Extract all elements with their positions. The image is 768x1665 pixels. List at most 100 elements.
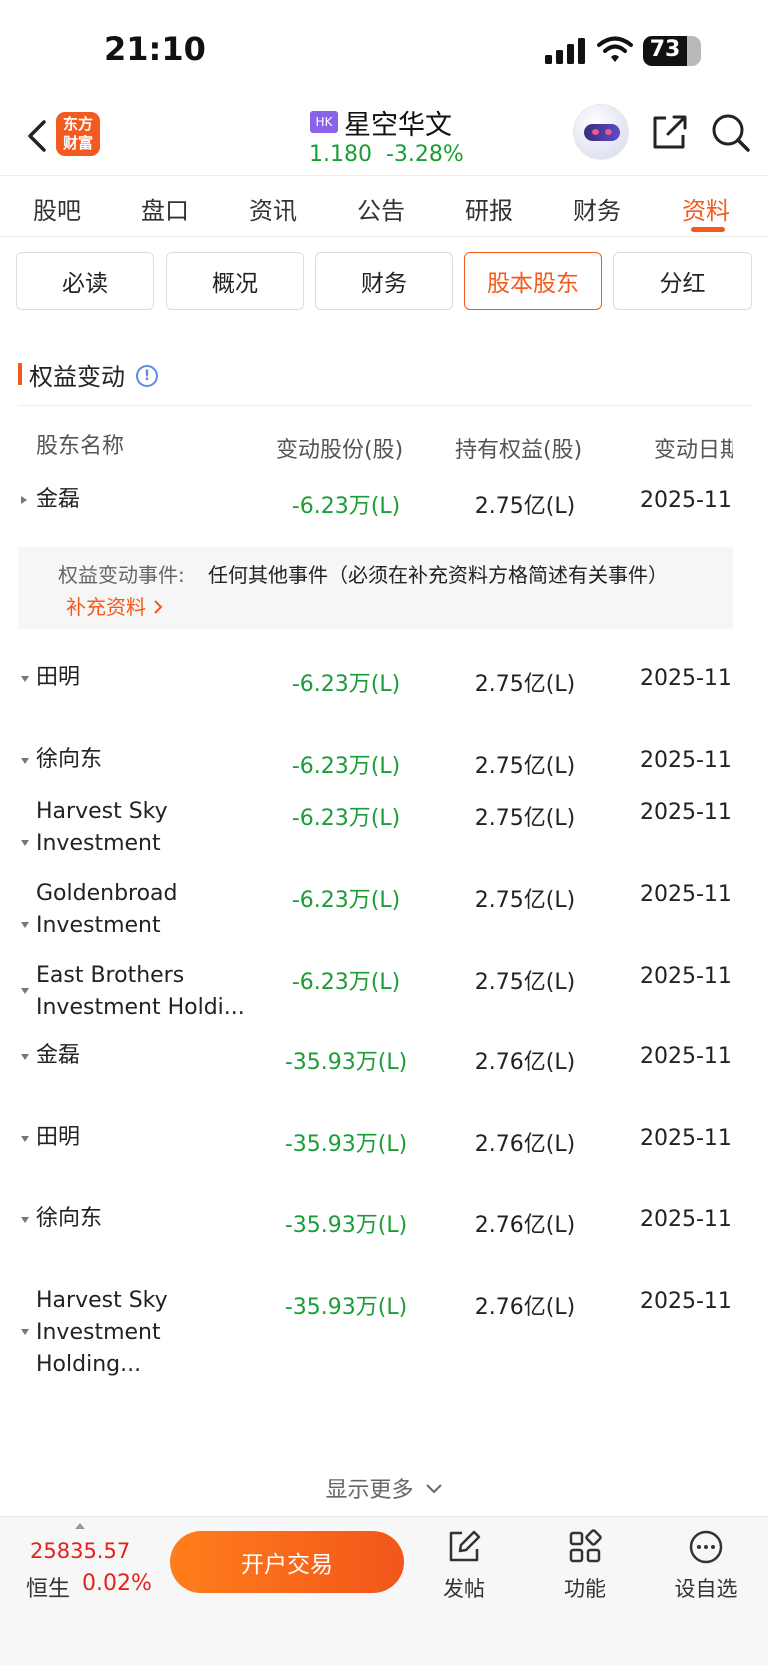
holding-shares: 2.75亿(L) [474, 970, 576, 995]
tab-profile[interactable]: 资料 [682, 191, 730, 226]
expand-caret-icon[interactable] [21, 676, 29, 682]
supplementary-info-label: 补充资料 [66, 595, 146, 619]
holder-name: 徐向东 [36, 1206, 103, 1231]
holding-shares: 2.75亿(L) [474, 672, 576, 697]
market-badge: HK [310, 111, 338, 133]
tab-guba[interactable]: 股吧 [33, 191, 81, 226]
holding-shares: 2.76亿(L) [474, 1295, 576, 1320]
search-icon[interactable] [710, 112, 752, 154]
expand-caret-icon[interactable] [21, 1136, 29, 1142]
change-date: 2025-11- [640, 964, 733, 989]
change-shares: -6.23万(L) [291, 806, 401, 831]
holder-name: Harvest Sky Investment Holding... [36, 1288, 168, 1377]
logo-text-line1: 东方 [62, 115, 93, 133]
stock-name: 星空华文 [344, 109, 452, 141]
stock-change-pct: -3.28% [385, 142, 464, 167]
expand-caret-icon[interactable] [21, 1329, 29, 1335]
active-tab-indicator [691, 227, 725, 232]
expand-caret-icon[interactable] [21, 988, 29, 994]
index-change-pct[interactable]: 0.02% [82, 1571, 152, 1596]
holder-name: 田明 [36, 1125, 81, 1150]
change-shares: -6.23万(L) [291, 970, 401, 995]
back-icon[interactable] [22, 116, 52, 156]
holder-name: 徐向东 [36, 747, 103, 772]
holder-name: Goldenbroad Investment [36, 881, 178, 938]
tab-pankou[interactable]: 盘口 [141, 191, 189, 226]
change-shares: -6.23万(L) [291, 494, 401, 519]
change-date: 2025-11- [640, 1289, 733, 1314]
holder-name: 田明 [36, 665, 81, 690]
section-marker [18, 363, 22, 385]
cellular-signal-icon [545, 38, 585, 64]
change-date: 2025-11- [640, 748, 733, 773]
expand-caret-icon[interactable] [21, 840, 29, 846]
show-more-button[interactable]: 显示更多 [0, 1472, 768, 1504]
tab-announcements[interactable]: 公告 [357, 191, 405, 226]
ai-assistant-robot-icon[interactable] [573, 104, 629, 160]
supplementary-info-link[interactable]: 补充资料 [66, 591, 164, 620]
add-watchlist-button[interactable]: 设自选 [661, 1527, 751, 1603]
subtab-overview[interactable]: 概况 [166, 252, 304, 310]
tab-news[interactable]: 资讯 [249, 191, 297, 226]
subtab-dividend[interactable]: 分红 [613, 252, 752, 310]
holding-shares: 2.75亿(L) [474, 494, 576, 519]
app-logo[interactable]: 东方 财富 [56, 112, 100, 156]
change-shares: -35.93万(L) [284, 1213, 408, 1238]
holder-name: 金磊 [36, 1043, 81, 1068]
change-date: 2025-11- [640, 666, 733, 691]
holder-name: 金磊 [36, 487, 81, 512]
battery-icon: 73 [643, 36, 701, 66]
event-text: 任何其他事件（必须在补充资料方格简述有关事件） [208, 563, 668, 587]
expand-caret-icon[interactable] [21, 758, 29, 764]
post-button[interactable]: 发帖 [419, 1527, 509, 1603]
change-shares: -6.23万(L) [291, 672, 401, 697]
holding-shares: 2.75亿(L) [474, 888, 576, 913]
watchlist-label: 设自选 [674, 1577, 738, 1601]
holder-name: Harvest Sky Investment [36, 799, 168, 856]
share-icon[interactable] [650, 112, 688, 152]
change-shares: -35.93万(L) [284, 1295, 408, 1320]
expand-caret-icon[interactable] [21, 1217, 29, 1223]
chevron-down-icon [425, 1484, 442, 1494]
open-account-trade-button[interactable]: 开户交易 [170, 1531, 404, 1593]
change-shares: -6.23万(L) [291, 888, 401, 913]
change-date: 2025-11- [640, 882, 733, 907]
index-value[interactable]: 25835.57 [30, 1539, 130, 1563]
subtab-finance[interactable]: 财务 [315, 252, 453, 310]
change-date: 2025-11- [640, 488, 733, 513]
index-expand-icon[interactable] [75, 1523, 85, 1529]
change-date: 2025-11- [640, 1044, 733, 1069]
tab-finance[interactable]: 财务 [573, 191, 621, 226]
info-icon[interactable]: ! [136, 365, 158, 387]
stock-quote: 1.180 -3.28% [309, 142, 464, 167]
change-date: 2025-11- [640, 1207, 733, 1232]
edit-icon [449, 1530, 481, 1562]
collapse-caret-icon[interactable] [21, 496, 27, 504]
stock-title: HK 星空华文 [310, 104, 452, 141]
change-shares: -35.93万(L) [284, 1050, 408, 1075]
stock-price: 1.180 [309, 142, 372, 167]
battery-level: 73 [649, 37, 681, 62]
event-detail-panel: 权益变动事件: 任何其他事件（必须在补充资料方格简述有关事件） 补充资料 [18, 547, 733, 629]
event-label: 权益变动事件: [58, 563, 185, 587]
status-time: 21:10 [104, 30, 206, 68]
main-tab-bar: 股吧 盘口 资讯 公告 研报 财务 资料 [0, 177, 768, 237]
functions-button[interactable]: 功能 [540, 1527, 630, 1603]
wifi-icon [597, 36, 633, 62]
holding-shares: 2.75亿(L) [474, 806, 576, 831]
index-name[interactable]: 恒生 [26, 1571, 70, 1603]
expand-caret-icon[interactable] [21, 1054, 29, 1060]
grid-icon [569, 1529, 602, 1563]
subtab-share-capital[interactable]: 股本股东 [464, 252, 602, 310]
tab-research[interactable]: 研报 [465, 191, 513, 226]
holding-shares: 2.76亿(L) [474, 1050, 576, 1075]
more-circle-icon [689, 1530, 723, 1564]
bottom-action-bar: 25835.57 恒生 0.02% 开户交易 发帖 功能 设自选 [0, 1516, 768, 1665]
show-more-label: 显示更多 [325, 1478, 414, 1503]
holder-name: East Brothers Investment Holdi... [36, 963, 245, 1020]
expand-caret-icon[interactable] [21, 922, 29, 928]
subtab-must-read[interactable]: 必读 [16, 252, 154, 310]
equity-change-table: 金磊 -6.23万(L) 2.75亿(L) 2025-11- 权益变动事件: 任… [0, 400, 733, 1470]
post-label: 发帖 [443, 1577, 485, 1601]
holding-shares: 2.76亿(L) [474, 1213, 576, 1238]
